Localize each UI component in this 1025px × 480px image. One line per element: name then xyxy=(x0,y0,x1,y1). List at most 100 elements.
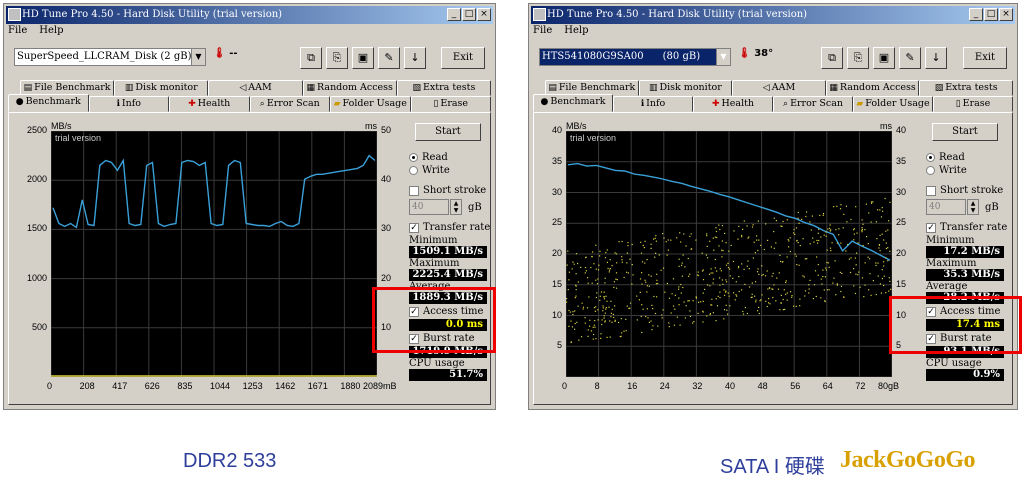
chevron-down-icon[interactable]: ▼ xyxy=(191,49,205,65)
stroke-spinner[interactable]: 40 ▲ ▼ gB xyxy=(409,198,491,216)
access-time-dot xyxy=(715,230,718,233)
tab-health[interactable]: ✚ Health xyxy=(169,96,250,112)
radio-off-icon xyxy=(926,166,935,175)
tab-erase[interactable]: ▯ Erase xyxy=(410,96,491,112)
drive-select[interactable]: HTS541080G9SA00 (80 gB) ▼ xyxy=(539,48,731,66)
thermometer-icon: 🌡 xyxy=(213,48,226,59)
menu-file[interactable]: File xyxy=(533,25,552,39)
save-button[interactable]: ▣ xyxy=(873,47,895,69)
maximum-value: 35.3 MB/s xyxy=(926,269,1004,281)
short-stroke-checkbox[interactable]: Short stroke xyxy=(409,183,491,198)
access-time-dot xyxy=(585,257,587,259)
access-time-dot xyxy=(867,243,869,245)
menu-help[interactable]: Help xyxy=(39,25,63,39)
access-time-dot xyxy=(853,233,855,235)
start-button[interactable]: Start xyxy=(932,123,998,141)
access-time-dot xyxy=(707,257,709,259)
menu-help[interactable]: Help xyxy=(564,25,588,39)
y-tick-right: 30 xyxy=(381,223,392,234)
stroke-spinner[interactable]: 40 ▲ ▼ gB xyxy=(926,198,1008,216)
maximize-button[interactable]: □ xyxy=(462,8,476,21)
tab-error-scan[interactable]: ⌕ Error Scan xyxy=(773,96,853,112)
access-time-dot xyxy=(592,326,594,328)
minimize-button[interactable]: _ xyxy=(969,8,983,21)
close-button[interactable]: × xyxy=(477,8,491,21)
download-button[interactable]: ↓ xyxy=(925,47,947,69)
trial-watermark: trial version xyxy=(570,133,617,143)
write-radio[interactable]: Write xyxy=(926,164,1008,177)
tab-benchmark[interactable]: ● Benchmark xyxy=(8,94,89,112)
app-icon xyxy=(533,8,546,21)
exit-button[interactable]: Exit xyxy=(441,47,485,69)
options-button[interactable]: ✎ xyxy=(899,47,921,69)
access-time-dot xyxy=(883,284,885,287)
start-button[interactable]: Start xyxy=(415,123,481,141)
drive-select[interactable]: SuperSpeed_LLCRAM_Disk (2 gB) ▼ xyxy=(14,48,206,66)
short-stroke-checkbox[interactable]: Short stroke xyxy=(926,183,1008,198)
options-button[interactable]: ✎ xyxy=(378,47,400,69)
access-time-dot xyxy=(572,261,574,263)
copy-info-button[interactable]: ⧉ xyxy=(821,47,843,69)
exit-button[interactable]: Exit xyxy=(963,47,1007,69)
access-time-dot xyxy=(685,245,687,247)
y-tick-right: 40 xyxy=(896,125,907,135)
access-time-dot xyxy=(708,273,711,275)
access-time-dot xyxy=(816,256,818,258)
access-time-dot xyxy=(728,295,730,297)
read-radio[interactable]: Read xyxy=(409,151,491,164)
access-time-dot xyxy=(695,296,697,298)
y-tick-right: 30 xyxy=(896,186,907,197)
tab-folder-usage[interactable]: ▰ Folder Usage xyxy=(330,96,411,112)
access-time-dot xyxy=(876,238,878,240)
copy-info-button[interactable]: ⧉ xyxy=(300,47,322,69)
transfer-rate-checkbox[interactable]: ✓ Transfer rate xyxy=(926,220,1008,235)
tab-aam[interactable]: ◁ AAM xyxy=(208,80,303,96)
random-access-icon: ▦ xyxy=(306,83,316,93)
stroke-unit: gB xyxy=(468,201,482,213)
tab-benchmark[interactable]: ● Benchmark xyxy=(533,94,613,112)
tab-disk-monitor[interactable]: ▥ Disk monitor xyxy=(114,80,209,96)
menu-file[interactable]: File xyxy=(8,25,27,39)
temperature-value: -- xyxy=(229,48,238,59)
write-radio[interactable]: Write xyxy=(409,164,491,177)
tab-folder-usage[interactable]: ▰ Folder Usage xyxy=(853,96,933,112)
tab-random-access[interactable]: ▦ Random Access xyxy=(825,80,920,96)
tab-erase[interactable]: ▯ Erase xyxy=(933,96,1013,112)
access-time-dot xyxy=(757,249,759,252)
tab-random-access[interactable]: ▦ Random Access xyxy=(302,80,397,96)
chevron-down-icon[interactable]: ▼ xyxy=(716,49,730,65)
transfer-rate-checkbox[interactable]: ✓ Transfer rate xyxy=(409,220,491,235)
tab-info[interactable]: ℹ Info xyxy=(613,96,693,112)
access-time-dot xyxy=(606,249,608,251)
access-time-dot xyxy=(829,224,831,226)
access-time-dot xyxy=(577,281,579,283)
access-time-dot xyxy=(692,300,694,302)
access-time-dot xyxy=(712,312,714,314)
save-button[interactable]: ▣ xyxy=(352,47,374,69)
tab-health[interactable]: ✚ Health xyxy=(693,96,773,112)
maximize-button[interactable]: □ xyxy=(984,8,998,21)
spinner-arrows-icon[interactable]: ▲ ▼ xyxy=(967,199,979,215)
lightbulb-icon: ● xyxy=(15,97,24,107)
read-radio[interactable]: Read xyxy=(926,151,1008,164)
tab-disk-monitor[interactable]: ▥ Disk monitor xyxy=(638,80,733,96)
tab-aam[interactable]: ◁ AAM xyxy=(732,80,826,96)
tab-info[interactable]: ℹ Info xyxy=(88,96,169,112)
close-button[interactable]: × xyxy=(999,8,1013,21)
spinner-arrows-icon[interactable]: ▲ ▼ xyxy=(450,199,462,215)
access-time-dot xyxy=(825,267,827,269)
copy-screenshot-button[interactable]: ⎘ xyxy=(326,47,348,69)
access-time-dot xyxy=(764,275,767,277)
access-time-dot xyxy=(846,221,848,223)
tab-extra-tests[interactable]: ▧ Extra tests xyxy=(396,80,492,96)
minimize-button[interactable]: _ xyxy=(447,8,461,21)
copy-screenshot-button[interactable]: ⎘ xyxy=(847,47,869,69)
tab-error-scan[interactable]: ⌕ Error Scan xyxy=(249,96,330,112)
magnifier-icon: ⌕ xyxy=(783,99,789,109)
tab-label: File Benchmark xyxy=(34,82,111,93)
access-time-dot xyxy=(712,278,715,280)
access-time-dot xyxy=(655,240,657,242)
access-time-dot xyxy=(641,272,643,274)
download-button[interactable]: ↓ xyxy=(404,47,426,69)
tab-extra-tests[interactable]: ▧ Extra tests xyxy=(919,80,1013,96)
